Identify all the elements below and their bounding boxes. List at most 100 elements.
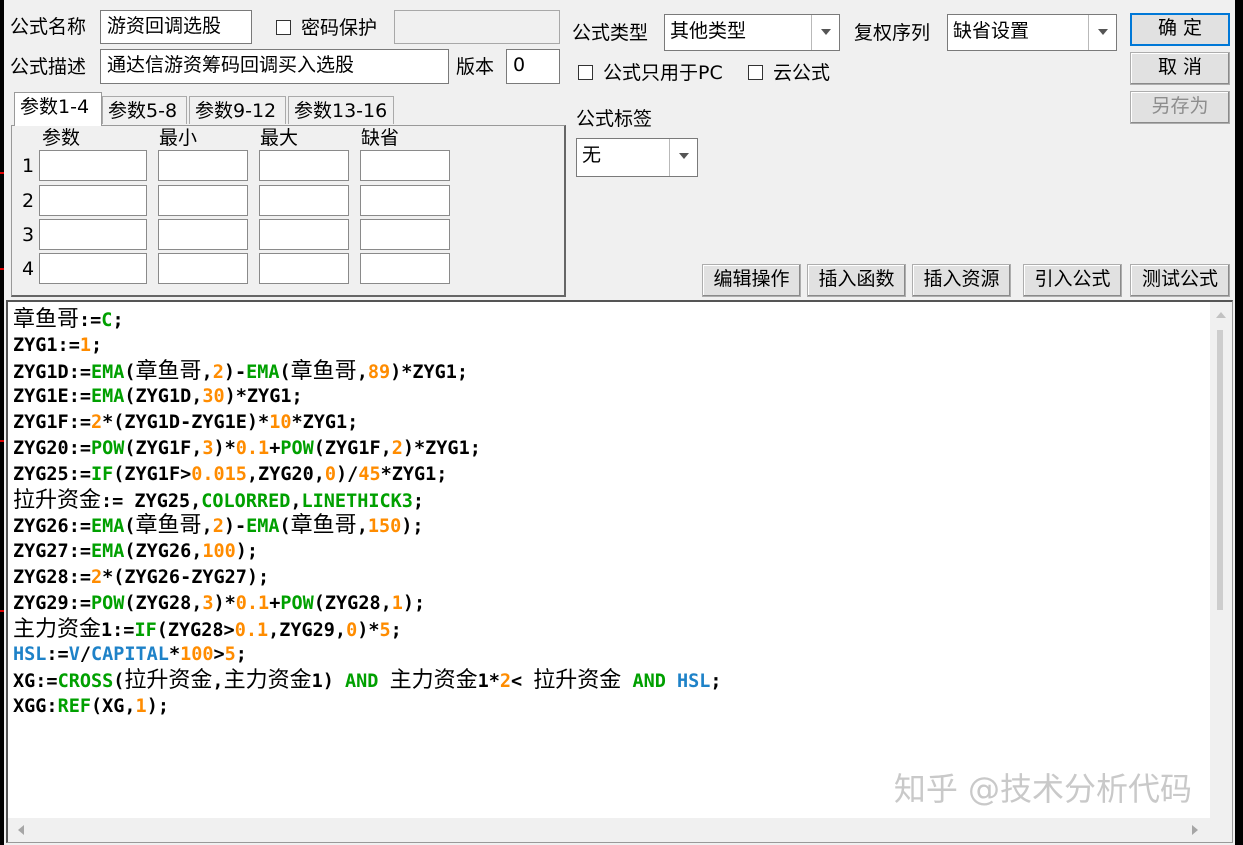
code-token: ; xyxy=(710,671,722,693)
param-4-max-input[interactable] xyxy=(259,253,349,284)
code-line[interactable]: ZYG28:=2*(ZYG26-ZYG27); xyxy=(13,565,1202,591)
code-line[interactable]: HSL:=V/CAPITAL*100>5; xyxy=(13,642,1202,668)
code-line[interactable]: 章鱼哥:=C; xyxy=(13,307,1202,333)
formula-editor-dialog: 公式名称 游资回调选股 密码保护 公式类型 其他类型 复权序列 缺省设置 确 定… xyxy=(4,0,1235,845)
code-token: 150 xyxy=(367,516,402,538)
checkbox-box[interactable] xyxy=(748,65,763,80)
code-token: / xyxy=(79,644,91,666)
code-token: , xyxy=(290,490,302,512)
param-3-min-input[interactable] xyxy=(158,219,248,250)
code-token: + xyxy=(269,437,281,459)
horizontal-scrollbar[interactable] xyxy=(8,818,1232,842)
code-line[interactable]: ZYG1D:=EMA(章鱼哥,2)-EMA(章鱼哥,89)*ZYG1; xyxy=(13,359,1202,385)
tab-params-13-16[interactable]: 参数13-16 xyxy=(288,96,394,124)
code-editor[interactable]: 章鱼哥:=C; ZYG1:=1; ZYG1D:=EMA(章鱼哥,2)-EMA(章鱼哥… xyxy=(6,300,1233,843)
param-2-min-input[interactable] xyxy=(158,185,248,216)
import-formula-button[interactable]: 引入公式 xyxy=(1023,264,1122,297)
code-line[interactable]: ZYG27:=EMA(ZYG26,100); xyxy=(13,539,1202,565)
code-token: LINETHICK3 xyxy=(301,490,413,512)
code-line[interactable]: 主力资金1:=IF(ZYG28>0.1,ZYG29,0)*5; xyxy=(13,617,1202,643)
chevron-down-icon[interactable] xyxy=(1088,15,1116,50)
param-3-name-input[interactable] xyxy=(39,219,147,250)
code-token: )* xyxy=(213,592,236,614)
chevron-down-icon[interactable] xyxy=(669,139,697,176)
param-1-default-input[interactable] xyxy=(360,150,450,181)
code-line[interactable]: 拉升资金:= ZYG25,COLORRED,LINETHICK3; xyxy=(13,488,1202,514)
code-line[interactable]: ZYG1:=1; xyxy=(13,333,1202,359)
rights-series-select[interactable]: 缺省设置 xyxy=(947,14,1117,51)
pc-only-checkbox[interactable]: 公式只用于PC xyxy=(578,61,723,85)
code-token: )- xyxy=(223,361,247,383)
formula-type-select[interactable]: 其他类型 xyxy=(664,14,840,51)
code-token: EMA xyxy=(90,386,125,408)
code-text[interactable]: 章鱼哥:=C; ZYG1:=1; ZYG1D:=EMA(章鱼哥,2)-EMA(章鱼哥… xyxy=(13,307,1202,720)
insert-function-button[interactable]: 插入函数 xyxy=(807,264,906,297)
code-token: ; xyxy=(235,644,247,666)
param-1-max-input[interactable] xyxy=(259,150,349,181)
code-token: ZYG1E:= xyxy=(13,386,91,408)
code-line[interactable]: ZYG29:=POW(ZYG28,3)*0.1+POW(ZYG28,1); xyxy=(13,591,1202,617)
code-token: 0.1 xyxy=(234,619,269,641)
code-token: 0 xyxy=(324,463,337,485)
code-token: 1* xyxy=(477,671,500,693)
code-token: 45 xyxy=(358,463,381,485)
formula-desc-input[interactable]: 通达信游资筹码回调买入选股 xyxy=(100,49,449,84)
param-4-name-input[interactable] xyxy=(39,253,147,284)
checkbox-box[interactable] xyxy=(578,65,593,80)
param-3-default-input[interactable] xyxy=(360,219,450,250)
ok-button[interactable]: 确 定 xyxy=(1130,13,1230,46)
edit-operations-button[interactable]: 编辑操作 xyxy=(702,264,801,297)
password-protect-checkbox[interactable]: 密码保护 xyxy=(276,16,377,40)
background-mark xyxy=(0,440,4,442)
cancel-button[interactable]: 取 消 xyxy=(1130,52,1230,85)
formula-tag-select[interactable]: 无 xyxy=(576,138,698,177)
insert-resource-button[interactable]: 插入资源 xyxy=(912,264,1011,297)
code-token: IF xyxy=(134,619,157,641)
param-2-max-input[interactable] xyxy=(259,185,349,216)
param-4-min-input[interactable] xyxy=(158,253,248,284)
code-line[interactable]: ZYG25:=IF(ZYG1F>0.015,ZYG20,0)/45*ZYG1; xyxy=(13,462,1202,488)
code-token: POW xyxy=(90,437,125,459)
cloud-formula-checkbox[interactable]: 云公式 xyxy=(748,61,830,85)
code-token: 1 xyxy=(79,334,91,356)
password-protect-label: 密码保护 xyxy=(301,17,378,39)
param-row-number: 4 xyxy=(22,258,35,280)
chevron-down-icon[interactable] xyxy=(811,15,839,50)
param-3-max-input[interactable] xyxy=(259,219,349,250)
checkbox-box[interactable] xyxy=(276,20,291,35)
param-1-name-input[interactable] xyxy=(39,150,147,181)
test-formula-button[interactable]: 测试公式 xyxy=(1130,264,1230,297)
vertical-scrollbar[interactable] xyxy=(1210,302,1232,818)
code-token: *(ZYG1D-ZYG1E)* xyxy=(102,412,270,434)
tab-params-1-4[interactable]: 参数1-4 xyxy=(14,92,102,126)
code-token: )/ xyxy=(336,463,359,485)
param-2-default-input[interactable] xyxy=(360,185,450,216)
code-line[interactable]: XG:=CROSS(拉升资金,主力资金1) AND 主力资金1*2< 拉升资金 … xyxy=(13,668,1202,694)
code-token: 2 xyxy=(212,516,224,538)
pc-only-label: 公式只用于PC xyxy=(603,62,723,84)
code-line[interactable]: ZYG20:=POW(ZYG1F,3)*0.1+POW(ZYG1F,2)*ZYG… xyxy=(13,436,1202,462)
code-token: C xyxy=(101,310,113,331)
code-token: , xyxy=(356,361,368,383)
param-4-default-input[interactable] xyxy=(360,253,450,284)
code-token: )*ZYG1; xyxy=(402,437,481,459)
param-2-name-input[interactable] xyxy=(39,185,147,216)
scrollbar-thumb[interactable] xyxy=(1217,330,1223,610)
code-line[interactable]: ZYG1E:=EMA(ZYG1D,30)*ZYG1; xyxy=(13,384,1202,410)
code-token: ( xyxy=(279,516,291,538)
code-line[interactable]: XGG:REF(XG,1); xyxy=(13,694,1202,720)
code-token: *ZYG1; xyxy=(380,463,448,485)
code-token: ZYG1D:= xyxy=(13,361,91,383)
code-line[interactable]: ZYG1F:=2*(ZYG1D-ZYG1E)*10*ZYG1; xyxy=(13,410,1202,436)
version-input[interactable]: 0 xyxy=(506,49,560,84)
code-token: := ZYG25, xyxy=(101,490,202,512)
param-1-min-input[interactable] xyxy=(158,150,248,181)
code-token: 章鱼哥 xyxy=(290,513,357,539)
tab-params-5-8[interactable]: 参数5-8 xyxy=(102,96,187,124)
code-line[interactable]: ZYG26:=EMA(章鱼哥,2)-EMA(章鱼哥,150); xyxy=(13,513,1202,539)
tab-params-9-12[interactable]: 参数9-12 xyxy=(189,96,286,124)
code-token: IF xyxy=(90,463,114,485)
code-token: 2 xyxy=(391,437,403,459)
code-token: > xyxy=(213,644,225,666)
formula-name-input[interactable]: 游资回调选股 xyxy=(100,10,252,44)
